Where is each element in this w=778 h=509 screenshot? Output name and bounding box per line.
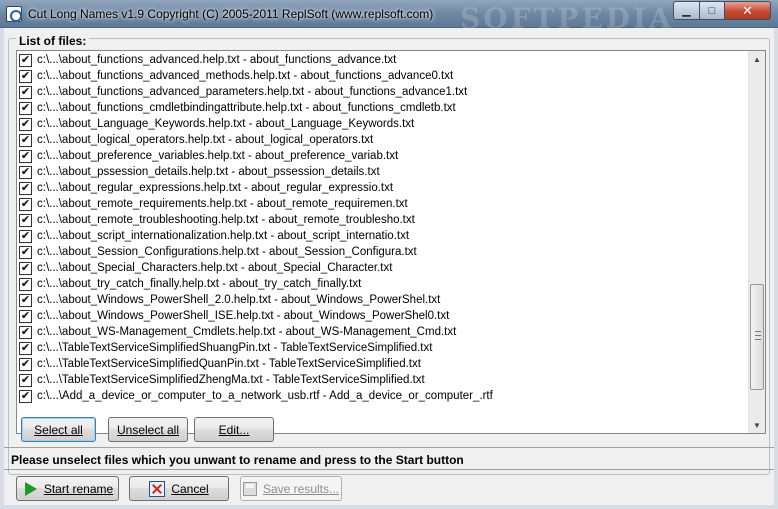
- list-item[interactable]: ✔ c:\...\about_Windows_PowerShell_2.0.hel…: [17, 292, 748, 308]
- scroll-up-arrow-icon[interactable]: ▲: [749, 51, 765, 67]
- select-all-button[interactable]: Select all: [21, 417, 96, 442]
- file-rename-text: c:\...\about_Language_Keywords.help.txt …: [37, 118, 415, 130]
- file-rename-text: c:\...\TableTextServiceSimplifiedZhengMa…: [37, 374, 425, 386]
- cancel-label: Cancel: [171, 481, 209, 496]
- list-item[interactable]: ✔ c:\...\about_regular_expressions.help.t…: [17, 180, 748, 196]
- file-rename-text: c:\...\about_try_catch_finally.help.txt …: [37, 278, 362, 290]
- checkbox[interactable]: ✔: [19, 229, 32, 243]
- file-rename-text: c:\...\about_remote_requirements.help.tx…: [37, 198, 408, 210]
- checkbox[interactable]: ✔: [19, 293, 32, 307]
- scroll-thumb[interactable]: [750, 284, 764, 390]
- checkbox[interactable]: ✔: [19, 85, 32, 99]
- window-title: Cut Long Names v1.9 Copyright (C) 2005-2…: [28, 7, 434, 21]
- checkbox[interactable]: ✔: [19, 165, 32, 179]
- checkbox[interactable]: ✔: [19, 117, 32, 131]
- list-item[interactable]: ✔ c:\...\about_logical_operators.help.txt…: [17, 132, 748, 148]
- file-rename-text: c:\...\TableTextServiceSimplifiedShuangP…: [37, 342, 433, 354]
- cancel-button[interactable]: Cancel: [129, 476, 229, 501]
- list-item[interactable]: ✔ c:\...\about_remote_requirements.help.t…: [17, 196, 748, 212]
- start-rename-button[interactable]: Start rename: [16, 476, 119, 501]
- save-results-button[interactable]: Save results...: [240, 476, 342, 501]
- file-rename-text: c:\...\about_regular_expressions.help.tx…: [37, 182, 394, 194]
- checkbox[interactable]: ✔: [19, 341, 32, 355]
- file-listbox[interactable]: ✔ c:\...\about_functions_advanced.help.tx…: [16, 50, 766, 434]
- list-item[interactable]: ✔ c:\...\about_script_internationalizatio…: [17, 228, 748, 244]
- checkbox[interactable]: ✔: [19, 181, 32, 195]
- list-item[interactable]: ✔ c:\...\about_WS-Management_Cmdlets.help…: [17, 324, 748, 340]
- list-item[interactable]: ✔ c:\...\about_Special_Characters.help.tx…: [17, 260, 748, 276]
- minimize-button[interactable]: ▁: [673, 1, 700, 20]
- checkbox[interactable]: ✔: [19, 69, 32, 83]
- file-rename-text: c:\...\Add_a_device_or_computer_to_a_net…: [37, 390, 493, 402]
- unselect-all-label: Unselect all: [116, 422, 180, 437]
- checkbox[interactable]: ✔: [19, 53, 32, 67]
- cancel-icon: [149, 480, 166, 497]
- list-item[interactable]: ✔ c:\...\about_Windows_PowerShell_ISE.hel…: [17, 308, 748, 324]
- file-rename-text: c:\...\about_Session_Configurations.help…: [37, 246, 417, 258]
- scroll-grip-icon: [755, 331, 761, 340]
- list-item[interactable]: ✔ c:\...\about_Session_Configurations.hel…: [17, 244, 748, 260]
- file-rename-text: c:\...\about_Windows_PowerShell_ISE.help…: [37, 310, 450, 322]
- select-all-label: Select all: [34, 422, 83, 437]
- scroll-down-arrow-icon[interactable]: ▼: [749, 417, 765, 433]
- save-disk-icon: [242, 481, 257, 496]
- list-item[interactable]: ✔ c:\...\TableTextServiceSimplifiedShuang…: [17, 340, 748, 356]
- instruction-text: Please unselect files which you unwant t…: [11, 453, 464, 467]
- file-rename-text: c:\...\about_preference_variables.help.t…: [37, 150, 399, 162]
- list-item[interactable]: ✔ c:\...\about_remote_troubleshooting.hel…: [17, 212, 748, 228]
- vertical-scrollbar[interactable]: ▲ ▼: [748, 51, 765, 433]
- file-list-items: ✔ c:\...\about_functions_advanced.help.tx…: [17, 52, 748, 404]
- close-button[interactable]: ✕: [724, 1, 771, 20]
- list-item[interactable]: ✔ c:\...\about_functions_advanced.help.tx…: [17, 52, 748, 68]
- file-rename-text: c:\...\about_logical_operators.help.txt …: [37, 134, 374, 146]
- start-rename-label: Start rename: [43, 481, 114, 496]
- checkbox[interactable]: ✔: [19, 357, 32, 371]
- checkbox[interactable]: ✔: [19, 213, 32, 227]
- checkbox[interactable]: ✔: [19, 245, 32, 259]
- unselect-all-button[interactable]: Unselect all: [108, 417, 188, 442]
- checkbox[interactable]: ✔: [19, 373, 32, 387]
- checkbox[interactable]: ✔: [19, 309, 32, 323]
- list-item[interactable]: ✔ c:\...\Add_a_device_or_computer_to_a_ne…: [17, 388, 748, 404]
- file-rename-text: c:\...\about_remote_troubleshooting.help…: [37, 214, 415, 226]
- list-item[interactable]: ✔ c:\...\TableTextServiceSimplifiedQuanPi…: [17, 356, 748, 372]
- checkbox[interactable]: ✔: [19, 389, 32, 403]
- file-rename-text: c:\...\about_pssession_details.help.txt …: [37, 166, 380, 178]
- file-rename-text: c:\...\about_functions_advanced_methods.…: [37, 70, 454, 82]
- file-rename-text: c:\...\TableTextServiceSimplifiedQuanPin…: [37, 358, 421, 370]
- edit-label: Edit...: [218, 422, 250, 437]
- edit-button[interactable]: Edit...: [194, 417, 274, 442]
- checkbox[interactable]: ✔: [19, 149, 32, 163]
- play-icon: [22, 481, 38, 497]
- list-item[interactable]: ✔ c:\...\about_functions_advanced_methods…: [17, 68, 748, 84]
- file-rename-text: c:\...\about_script_internationalization…: [37, 230, 410, 242]
- file-rename-text: c:\...\about_functions_advanced_paramete…: [37, 86, 468, 98]
- checkbox[interactable]: ✔: [19, 101, 32, 115]
- file-rename-text: c:\...\about_Windows_PowerShell_2.0.help…: [37, 294, 441, 306]
- checkbox[interactable]: ✔: [19, 197, 32, 211]
- list-item[interactable]: ✔ c:\...\TableTextServiceSimplifiedZhengM…: [17, 372, 748, 388]
- save-results-label: Save results...: [262, 481, 340, 496]
- file-list-label: List of files:: [16, 34, 90, 48]
- divider: [4, 469, 774, 470]
- list-item[interactable]: ✔ c:\...\about_functions_cmdletbindingatt…: [17, 100, 748, 116]
- app-icon[interactable]: [6, 6, 22, 22]
- list-item[interactable]: ✔ c:\...\about_pssession_details.help.txt…: [17, 164, 748, 180]
- checkbox[interactable]: ✔: [19, 261, 32, 275]
- title-bar[interactable]: Cut Long Names v1.9 Copyright (C) 2005-2…: [0, 0, 778, 35]
- list-item[interactable]: ✔ c:\...\about_preference_variables.help.…: [17, 148, 748, 164]
- checkbox[interactable]: ✔: [19, 277, 32, 291]
- list-item[interactable]: ✔ c:\...\about_functions_advanced_paramet…: [17, 84, 748, 100]
- file-rename-text: c:\...\about_functions_cmdletbindingattr…: [37, 102, 456, 114]
- file-rename-text: c:\...\about_functions_advanced.help.txt…: [37, 54, 397, 66]
- client-area: List of files: ✔ c:\...\about_functions_a…: [4, 28, 774, 505]
- divider: [4, 447, 774, 448]
- file-rename-text: c:\...\about_WS-Management_Cmdlets.help.…: [37, 326, 457, 338]
- maximize-button[interactable]: □: [699, 1, 725, 20]
- checkbox[interactable]: ✔: [19, 325, 32, 339]
- file-rename-text: c:\...\about_Special_Characters.help.txt…: [37, 262, 393, 274]
- checkbox[interactable]: ✔: [19, 133, 32, 147]
- list-item[interactable]: ✔ c:\...\about_Language_Keywords.help.txt…: [17, 116, 748, 132]
- list-item[interactable]: ✔ c:\...\about_try_catch_finally.help.txt…: [17, 276, 748, 292]
